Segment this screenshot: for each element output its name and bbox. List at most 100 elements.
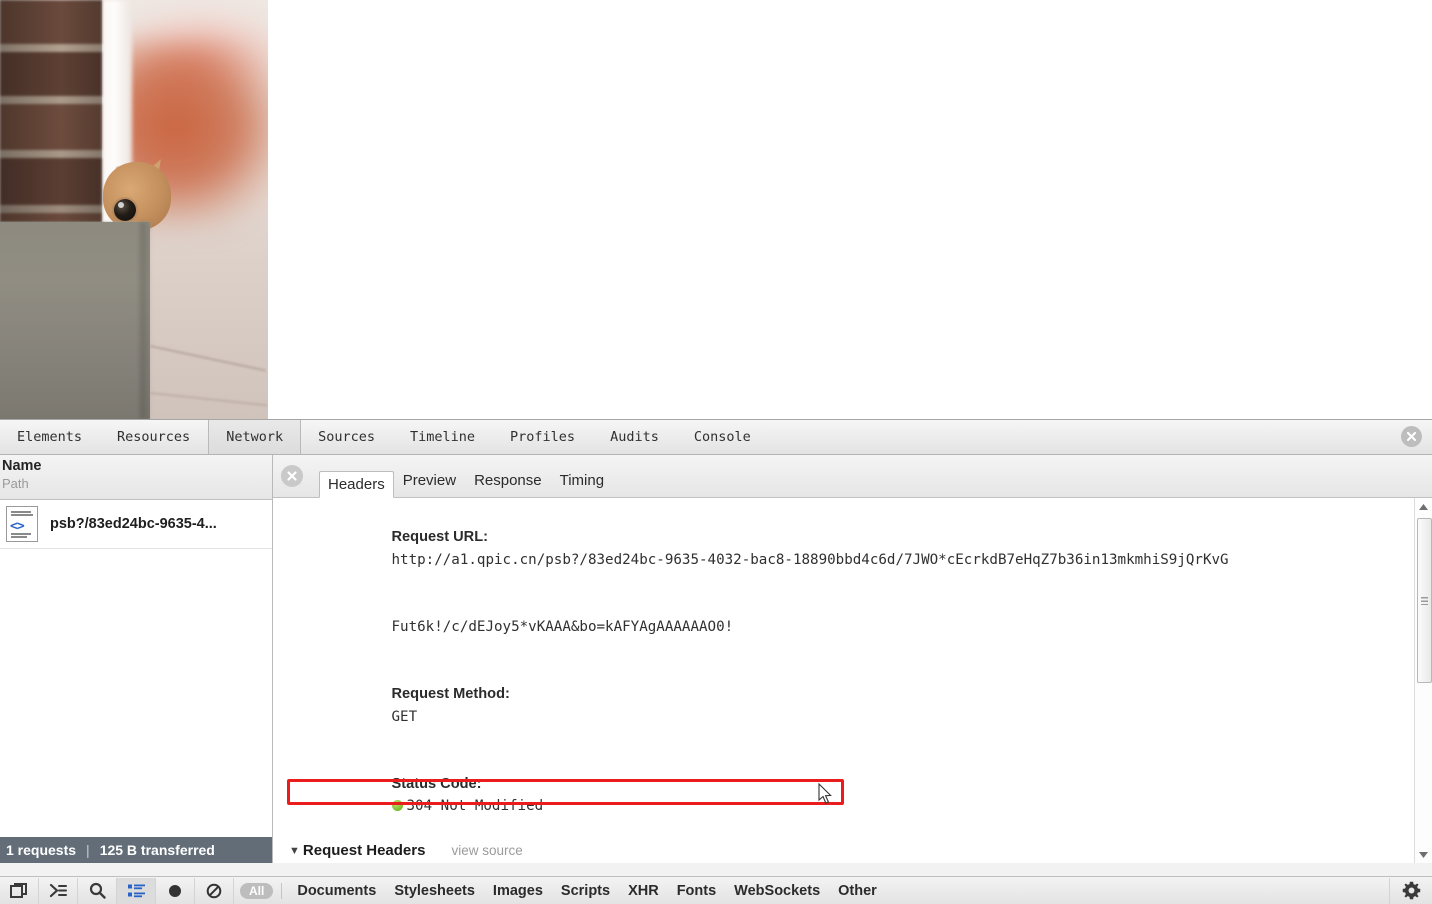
view-source-link[interactable]: view source [451, 840, 522, 862]
network-request-list: Name Path <> psb?/83ed24bc-9635-4... 1 r… [0, 455, 273, 863]
request-url-value-continued[interactable]: Fut6k!/c/dEJoy5*vKAAA&bo=kAFYAgAAAAAAO0! [392, 619, 734, 635]
request-detail-pane: Headers Preview Response Timing Request … [273, 455, 1432, 863]
photo-block-edge [140, 222, 152, 419]
devtools-tab-list: Elements Resources Network Sources Timel… [0, 420, 1432, 454]
status-code-key: Status Code: [391, 775, 482, 792]
tab-label: Resources [117, 429, 191, 445]
subtab-label: Response [474, 471, 542, 489]
search-icon [89, 882, 106, 899]
subtab-timing[interactable]: Timing [551, 468, 613, 493]
tab-network[interactable]: Network [208, 420, 302, 454]
detail-header: Headers Preview Response Timing [273, 455, 1432, 498]
devtools-panel: Elements Resources Network Sources Timel… [0, 419, 1432, 904]
subtab-headers[interactable]: Headers [319, 470, 394, 498]
status-code-row: Status Code: 304 Not Modified [289, 750, 1432, 840]
column-header-path[interactable]: Path [2, 475, 272, 492]
scroll-up-arrow-icon[interactable] [1415, 498, 1432, 515]
filter-stylesheets[interactable]: Stylesheets [385, 883, 484, 899]
filter-websockets[interactable]: WebSockets [725, 883, 829, 899]
subtab-label: Timing [559, 471, 605, 489]
tab-sources[interactable]: Sources [301, 420, 393, 454]
filter-xhr[interactable]: XHR [619, 883, 668, 899]
photo-cat-head [103, 162, 171, 230]
document-code-icon: <> [6, 506, 38, 542]
dock-window-icon [10, 882, 27, 898]
filter-scripts[interactable]: Scripts [552, 883, 619, 899]
record-icon [169, 884, 181, 897]
request-url-row: Request URL: http://a1.qpic.cn/psb?/83ed… [289, 504, 1432, 594]
tab-label: Network [226, 429, 284, 445]
detail-subtabs: Headers Preview Response Timing [319, 455, 613, 498]
large-rows-icon [127, 884, 145, 897]
tab-label: Console [693, 429, 751, 445]
tab-audits[interactable]: Audits [593, 420, 677, 454]
devtools-window: Elements Resources Network Sources Timel… [0, 0, 1432, 904]
scroll-down-arrow-icon[interactable] [1415, 846, 1432, 863]
large-rows-button[interactable] [117, 877, 156, 904]
clear-circle-icon [206, 883, 222, 898]
tab-label: Profiles [510, 429, 576, 445]
tab-elements[interactable]: Elements [0, 420, 100, 454]
tab-timeline[interactable]: Timeline [393, 420, 493, 454]
scrollbar-track[interactable] [1415, 515, 1432, 846]
request-url-value[interactable]: http://a1.qpic.cn/psb?/83ed24bc-9635-403… [392, 552, 1229, 568]
request-headers-section[interactable]: ▼ Request Headers view source [289, 840, 1432, 862]
tab-label: Audits [610, 429, 659, 445]
tab-label: Sources [318, 429, 375, 445]
close-icon [1406, 431, 1417, 442]
close-devtools-button[interactable] [1401, 426, 1422, 447]
settings-button[interactable] [1389, 877, 1432, 904]
status-separator: | [86, 842, 90, 858]
subtab-preview[interactable]: Preview [394, 468, 465, 493]
table-row[interactable]: <> psb?/83ed24bc-9635-4... [0, 500, 272, 549]
request-name: psb?/83ed24bc-9635-4... [50, 516, 217, 532]
request-url-key: Request URL: [391, 529, 488, 546]
console-drawer-button[interactable] [39, 877, 78, 904]
scrollbar-thumb[interactable] [1417, 518, 1432, 683]
gear-icon [1402, 881, 1420, 900]
detail-scrollbar[interactable] [1414, 498, 1432, 863]
filter-fonts[interactable]: Fonts [668, 883, 725, 899]
tab-console[interactable]: Console [677, 420, 769, 454]
photo-concrete-block [0, 222, 150, 419]
scrollbar-grip [1421, 596, 1428, 605]
network-status-bar: 1 requests | 125 B transferred [0, 837, 272, 863]
filter-images[interactable]: Images [484, 883, 552, 899]
tab-profiles[interactable]: Profiles [493, 420, 593, 454]
tab-label: Timeline [410, 429, 476, 445]
photo-cat-eye [114, 199, 136, 221]
tab-label: Elements [17, 429, 83, 445]
dock-window-button[interactable] [0, 877, 39, 904]
headers-content: Request URL: http://a1.qpic.cn/psb?/83ed… [273, 498, 1432, 863]
request-url-row-cont: Fut6k!/c/dEJoy5*vKAAA&bo=kAFYAgAAAAAAO0! [289, 594, 1432, 661]
caret-down-icon: ▼ [289, 845, 300, 858]
network-list-empty-area [0, 549, 272, 837]
record-button[interactable] [156, 877, 195, 904]
search-button[interactable] [78, 877, 117, 904]
clear-network-log-button[interactable] [195, 877, 234, 904]
toolbar-divider [281, 882, 283, 899]
photo-cat-eye-glint [118, 202, 124, 208]
filter-documents[interactable]: Documents [288, 883, 385, 899]
filter-all-button[interactable]: All [240, 882, 274, 899]
console-drawer-icon [49, 883, 67, 898]
network-list-header: Name Path [0, 455, 272, 500]
subtab-label: Headers [328, 475, 385, 493]
devtools-tabbar: Elements Resources Network Sources Timel… [0, 420, 1432, 455]
subtab-response[interactable]: Response [465, 468, 551, 493]
request-method-key: Request Method: [391, 686, 510, 703]
clear-requests-button[interactable] [281, 465, 303, 487]
photo-brick-shading [0, 0, 102, 232]
tab-resources[interactable]: Resources [100, 420, 208, 454]
kitten-photo [0, 0, 268, 419]
network-body: Name Path <> psb?/83ed24bc-9635-4... 1 r… [0, 455, 1432, 863]
requests-count: 1 requests [6, 842, 77, 858]
column-header-name[interactable]: Name [2, 457, 272, 475]
request-headers-label: Request Headers [302, 842, 426, 860]
filter-other[interactable]: Other [829, 883, 886, 899]
status-badge [391, 800, 403, 812]
status-code-value: 304 Not Modified [406, 798, 544, 815]
request-method-row: Request Method: GET [289, 661, 1432, 751]
request-method-value: GET [391, 708, 418, 725]
bytes-transferred: 125 B transferred [99, 842, 215, 858]
